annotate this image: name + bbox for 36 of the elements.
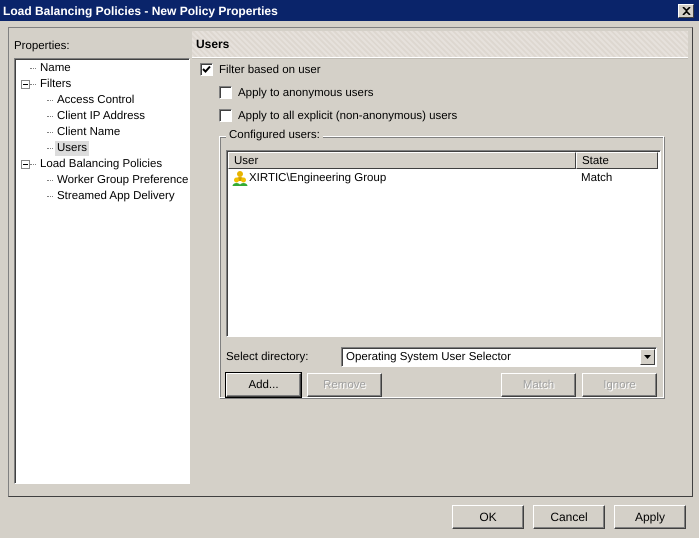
user-name: XIRTIC\Engineering Group: [249, 172, 386, 184]
tree-item[interactable]: Name: [38, 60, 73, 76]
collapse-icon[interactable]: [21, 80, 30, 88]
dropdown-arrow-icon: [644, 355, 651, 359]
directory-dropdown[interactable]: Operating System User Selector: [341, 347, 657, 367]
state-cell-text: Match: [580, 172, 614, 184]
tree-item[interactable]: Filters: [38, 76, 74, 92]
tree-item[interactable]: Client IP Address: [55, 108, 148, 124]
collapse-icon[interactable]: [21, 160, 30, 168]
checkbox-label: Apply to anonymous users: [238, 86, 374, 98]
tree-item[interactable]: Client Name: [55, 124, 122, 140]
section-title: Users: [196, 37, 230, 51]
checkbox-label: Apply to all explicit (non-anonymous) users: [238, 110, 458, 122]
tree-item[interactable]: Users: [55, 140, 90, 156]
tree-item[interactable]: Access Control: [55, 92, 136, 108]
properties-label: Properties:: [14, 40, 71, 54]
column-header[interactable]: User: [228, 152, 576, 169]
user-cell[interactable]: XIRTIC\Engineering Group: [228, 170, 576, 186]
directory-label: Select directory:: [226, 351, 310, 363]
close-button[interactable]: [678, 4, 694, 18]
column-header[interactable]: State: [576, 152, 658, 169]
checkbox-label: Filter based on user: [219, 64, 321, 76]
tree-item[interactable]: Worker Group Preference: [55, 172, 190, 188]
tree-item[interactable]: Load Balancing Policies: [38, 156, 164, 172]
window-title: Load Balancing Policies - New Policy Properties: [3, 4, 278, 18]
checkbox[interactable]: [219, 86, 232, 99]
dialog-button[interactable]: Apply: [614, 505, 686, 529]
tree-item[interactable]: Streamed App Delivery: [55, 188, 177, 204]
checkbox[interactable]: [200, 63, 213, 76]
user-group-icon: [232, 170, 248, 186]
checkbox[interactable]: [219, 109, 232, 122]
dialog-button[interactable]: OK: [452, 505, 524, 529]
close-icon: [682, 6, 690, 14]
dialog-button[interactable]: Cancel: [533, 505, 605, 529]
group-title: Configured users:: [226, 129, 323, 141]
action-button[interactable]: Add...: [226, 373, 301, 397]
